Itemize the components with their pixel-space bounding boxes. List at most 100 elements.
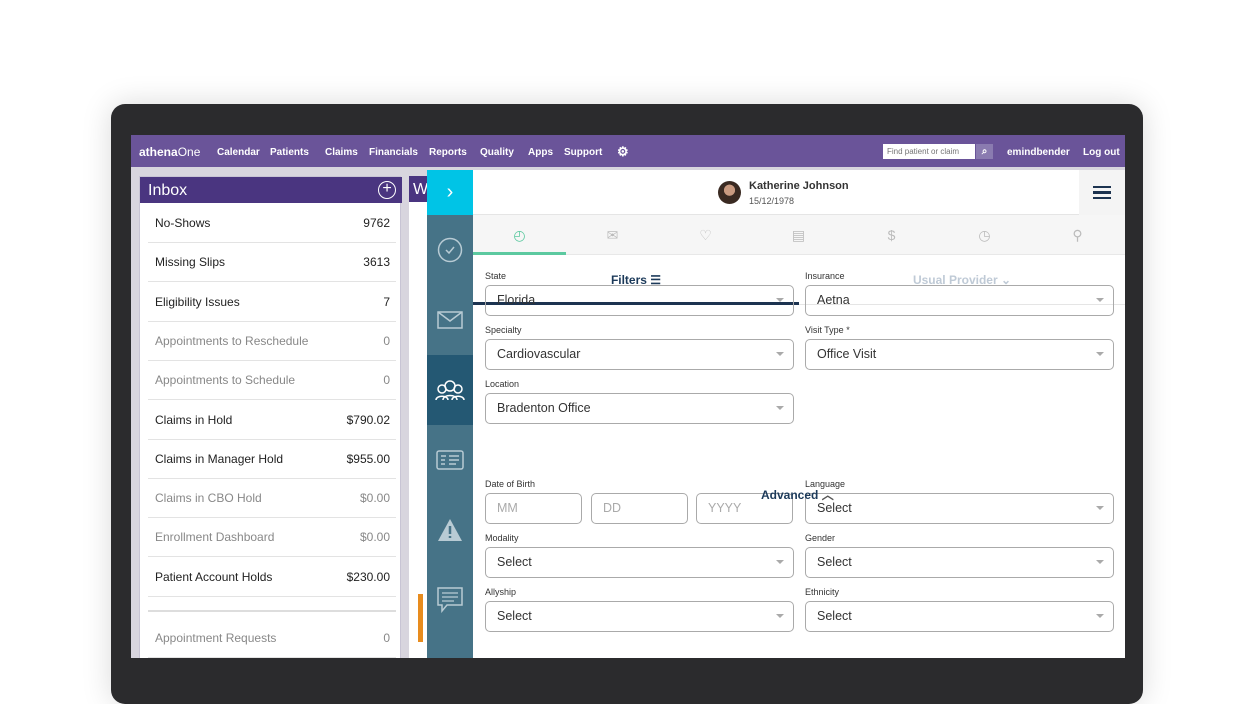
chevron-up-icon: ︿ [821,488,834,502]
document-icon[interactable]: ▤ [752,215,845,255]
dob-dd-input[interactable]: DD [591,493,688,524]
status-bar [418,594,423,642]
inbox-row[interactable]: Appointments to Reschedule 0 [148,322,396,361]
dob-label: Date of Birth [485,479,536,489]
logout-link[interactable]: Log out [1083,147,1120,158]
nav-quality[interactable]: Quality [480,147,514,158]
search-icon[interactable]: ⌕ [976,144,993,159]
row-label: Eligibility Issues [155,294,240,309]
row-value: $230.00 [346,569,390,584]
inbox-header: Inbox + [140,177,402,203]
ethnicity-select[interactable]: Select [805,601,1114,632]
patient-dob: 15/12/1978 [749,196,795,206]
row-value: $0.00 [359,530,390,545]
inbox-row[interactable]: Eligibility Issues 7 [148,283,396,322]
nav-calendar[interactable]: Calendar [217,147,260,158]
location-pin-icon[interactable]: ⚲ [1031,215,1124,255]
tab-bar: ◴ ✉ ♡ ▤ $ ◷ ⚲ [473,215,1125,255]
logo[interactable]: athenaOne [139,145,200,159]
username[interactable]: emindbender [1007,147,1070,158]
row-label: Appointments to Reschedule [155,333,309,348]
hamburger-menu-icon[interactable] [1079,170,1125,215]
inbox-row[interactable]: Appointment Requests 0 [148,619,396,658]
clock-icon[interactable] [427,215,473,285]
row-value: 0 [383,373,390,388]
visit_type-select[interactable]: Office Visit [805,339,1114,370]
search-input[interactable] [883,144,975,159]
row-value: 9762 [363,216,390,230]
state-select[interactable]: Florida [485,285,794,316]
row-value: 3613 [363,255,390,270]
location-label: Location [485,379,520,389]
row-label: Patient Account Holds [155,569,273,584]
heart-icon[interactable]: ♡ [659,215,752,255]
row-label: Claims in Hold [155,412,233,427]
inbox-row[interactable]: Appointments to Schedule 0 [148,361,396,401]
ethnicity-label: Ethnicity [805,587,840,597]
mail-icon[interactable]: ✉ [566,215,659,255]
row-label: Missing Slips [155,255,226,270]
row-value: $0.00 [359,491,390,506]
inbox-row[interactable]: Enrollment Dashboard $0.00 [148,518,396,558]
row-label: Appointments to Schedule [155,373,296,388]
row-value: 7 [383,294,390,309]
nav-support[interactable]: Support [564,147,602,158]
insurance-select[interactable]: Aetna [805,285,1114,316]
state-label: State [485,271,507,281]
row-label: Claims in Manager Hold [155,451,284,466]
gender-select[interactable]: Select [805,547,1114,578]
top-nav: athenaOne Calendar Patients Claims Financia… [131,135,1125,167]
expand-chevron-icon[interactable]: › [427,170,473,215]
location-select[interactable]: Bradenton Office [485,393,794,424]
inbox-panel: Inbox + No-Shows 9762 Missing Slips 3613 Eli… [139,176,402,658]
dropdown-caret-icon [1096,506,1104,514]
inbox-row[interactable]: Claims in CBO Hold $0.00 [148,479,396,519]
dropdown-caret-icon [1096,560,1104,568]
divider [148,610,396,612]
dropdown-caret-icon [776,298,784,306]
side-rail: › [427,170,473,658]
inbox-row[interactable]: Patient Account Holds $230.00 [148,558,396,597]
nav-financials[interactable]: Financials [369,147,418,158]
dob-mm-input[interactable]: MM [485,493,582,524]
id-card-icon[interactable] [427,425,473,495]
warning-icon[interactable] [427,495,473,565]
language-select[interactable]: Select [805,493,1114,524]
row-value: $790.02 [346,412,390,427]
inbox-row[interactable]: Claims in Manager Hold $955.00 [148,440,396,479]
modality-label: Modality [485,533,519,543]
patient-panel: Katherine Johnson 15/12/1978 ◴ ✉ ♡ ▤ $ ◷… [473,170,1125,658]
advanced-toggle[interactable]: Advanced ︿ [761,486,834,503]
mail-icon[interactable] [427,285,473,355]
chat-icon[interactable] [427,565,473,635]
inbox-row[interactable]: No-Shows 9762 [148,204,396,243]
specialty-label: Specialty [485,325,522,335]
dropdown-caret-icon [1096,298,1104,306]
inbox-title: Inbox [148,182,188,199]
row-label: Claims in CBO Hold [155,491,262,506]
check-circle-icon[interactable]: ◴ [473,215,566,255]
allyship-select[interactable]: Select [485,601,794,632]
modality-select[interactable]: Select [485,547,794,578]
people-icon[interactable] [427,355,473,425]
gender-label: Gender [805,533,836,543]
dollar-tag-icon[interactable]: $ [845,215,938,255]
screen: athenaOne Calendar Patients Claims Financia… [131,135,1125,658]
row-value: 0 [383,333,390,348]
stopwatch-icon[interactable]: ◷ [938,215,1031,255]
inbox-row[interactable]: Claims in Hold $790.02 [148,401,396,440]
patient-header: Katherine Johnson 15/12/1978 [473,170,1125,215]
nav-patients[interactable]: Patients [270,147,309,158]
dropdown-caret-icon [1096,614,1104,622]
dropdown-caret-icon [776,560,784,568]
specialty-select[interactable]: Cardiovascular [485,339,794,370]
add-icon[interactable]: + [378,181,396,199]
dropdown-caret-icon [776,406,784,414]
inbox-row[interactable]: Missing Slips 3613 [148,243,396,283]
gear-icon[interactable]: ⚙ [617,144,629,160]
nav-apps[interactable]: Apps [528,147,553,158]
patient-name: Katherine Johnson [749,180,849,192]
nav-reports[interactable]: Reports [429,147,467,158]
row-label: Enrollment Dashboard [155,530,275,545]
nav-claims[interactable]: Claims [325,147,358,158]
